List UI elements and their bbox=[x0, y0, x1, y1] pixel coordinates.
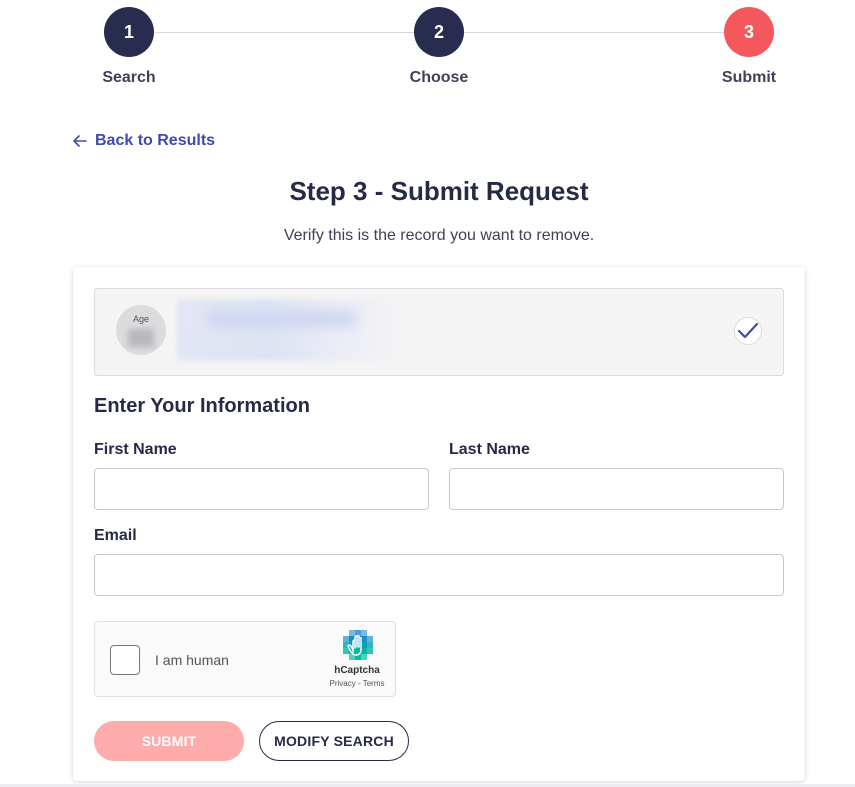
step-1-label: Search bbox=[102, 69, 156, 86]
progress-stepper: 1 Search 2 Choose 3 Submit bbox=[0, 0, 855, 100]
captcha-text: I am human bbox=[155, 652, 229, 668]
hcaptcha-widget: I am human hCaptcha Privacy - Terms bbox=[94, 621, 396, 697]
step-3-number: 3 bbox=[743, 21, 754, 42]
modify-search-button[interactable]: MODIFY SEARCH bbox=[259, 721, 409, 761]
last-name-field[interactable] bbox=[449, 468, 784, 510]
record-info-redacted bbox=[187, 339, 297, 353]
page-subtitle: Verify this is the record you want to re… bbox=[283, 227, 595, 244]
section-title: Enter Your Information bbox=[94, 395, 310, 417]
hcaptcha-logo-icon bbox=[343, 630, 373, 660]
step-2-number: 2 bbox=[433, 21, 444, 42]
captcha-brand: hCaptcha bbox=[334, 665, 380, 676]
record-selected-check[interactable] bbox=[734, 317, 762, 345]
first-name-label: First Name bbox=[94, 441, 177, 458]
first-name-field[interactable] bbox=[94, 468, 429, 510]
email-label: Email bbox=[94, 527, 137, 544]
last-name-label: Last Name bbox=[449, 441, 530, 458]
step-3-circle: 3 bbox=[724, 7, 774, 57]
step-2-circle: 2 bbox=[414, 7, 464, 57]
age-label: Age bbox=[132, 314, 149, 324]
age-badge: Age bbox=[116, 305, 166, 355]
back-to-results-link[interactable]: Back to Results bbox=[73, 132, 215, 150]
page-title: Step 3 - Submit Request bbox=[289, 176, 589, 206]
checkmark-icon bbox=[737, 322, 759, 339]
email-field[interactable] bbox=[94, 554, 784, 596]
step-1-number: 1 bbox=[123, 21, 134, 42]
captcha-checkbox[interactable] bbox=[110, 645, 140, 675]
captcha-privacy-terms-links[interactable]: Privacy - Terms bbox=[319, 679, 395, 688]
record-name-redacted bbox=[207, 311, 357, 327]
arrow-left-icon bbox=[73, 135, 87, 147]
request-form-card: Age Enter Your Information First Name La… bbox=[73, 267, 805, 781]
step-2-label: Choose bbox=[409, 69, 469, 86]
age-value-redacted bbox=[128, 329, 154, 347]
submit-button[interactable]: SUBMIT bbox=[94, 721, 244, 761]
selected-record[interactable]: Age bbox=[94, 288, 784, 376]
step-1-circle: 1 bbox=[104, 7, 154, 57]
back-link-label: Back to Results bbox=[95, 132, 216, 149]
record-details-redacted bbox=[177, 299, 407, 361]
step-3-label: Submit bbox=[721, 69, 777, 86]
